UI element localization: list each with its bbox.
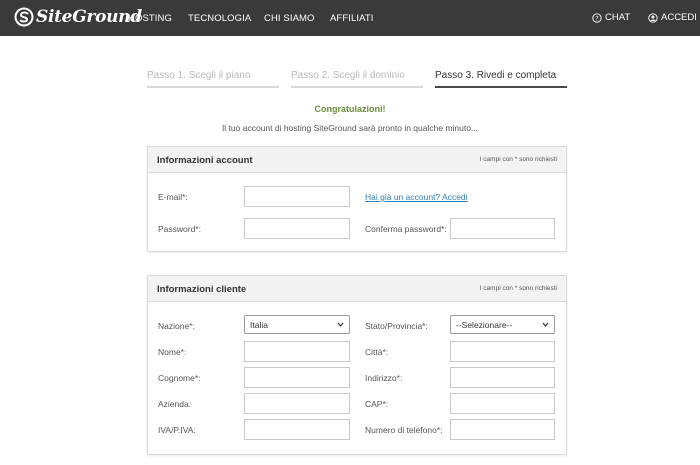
account-ready-message: Il tuo account di hosting SiteGround sar… — [221, 123, 479, 133]
congratulations-heading: Congratulazioni! — [314, 104, 386, 114]
client-info-panel: Informazioni cliente I campi con * sono … — [147, 275, 567, 455]
state-province-select[interactable]: --Selezionare-- — [450, 315, 555, 334]
help-circle-icon: ? — [592, 12, 602, 23]
phone-field[interactable] — [450, 419, 555, 440]
city-label: Città*: — [365, 347, 389, 357]
vat-label: IVA/P.IVA: — [158, 425, 196, 435]
login-label: ACCEDI — [661, 12, 697, 23]
svg-text:?: ? — [595, 14, 598, 22]
confirm-password-label: Conferma password*: — [365, 224, 447, 234]
country-label: Nazione*: — [158, 321, 195, 331]
account-info-header: Informazioni account I campi con * sono … — [148, 147, 566, 173]
chat-button[interactable]: ? CHAT — [592, 12, 630, 23]
account-info-panel: Informazioni account I campi con * sono … — [147, 146, 567, 252]
step-1-choose-plan[interactable]: Passo 1. Scegli il piano — [147, 70, 279, 88]
country-select[interactable]: Italia — [244, 315, 350, 334]
address-label: Indirizzo*: — [365, 373, 403, 383]
client-info-header: Informazioni cliente I campi con * sono … — [148, 276, 566, 302]
siteground-logo-icon — [14, 7, 34, 27]
step-3-review-complete: Passo 3. Rivedi e completa — [435, 70, 567, 88]
last-name-field[interactable] — [244, 367, 350, 388]
first-name-field[interactable] — [244, 341, 350, 362]
country-selected-value: Italia — [250, 320, 268, 330]
email-label: E-mail*: — [158, 192, 188, 202]
chat-label: CHAT — [605, 12, 631, 23]
last-name-label: Cognome*: — [158, 373, 201, 383]
zip-code-label: CAP*: — [365, 399, 389, 409]
phone-label: Numero di telefono*: — [365, 425, 443, 435]
email-field[interactable] — [244, 186, 350, 207]
address-field[interactable] — [450, 367, 555, 388]
existing-account-login-link[interactable]: Hai già un account? Accedi — [365, 192, 468, 202]
required-fields-note: I campi con * sono richiesti — [479, 156, 557, 163]
city-field[interactable] — [450, 341, 555, 362]
brand-name: SiteGround — [36, 7, 142, 27]
nav-item-affiliati[interactable]: AFFILIATI — [330, 13, 373, 24]
chevron-down-icon — [542, 322, 549, 327]
company-field[interactable] — [244, 393, 350, 414]
step-2-choose-domain[interactable]: Passo 2. Scegli il dominio — [291, 70, 423, 88]
login-button[interactable]: ACCEDI — [648, 12, 697, 23]
top-navigation-bar: SiteGround HOSTING TECNOLOGIA CHI SIAMO … — [0, 0, 700, 36]
client-info-title: Informazioni cliente — [157, 284, 247, 295]
nav-item-tecnologia[interactable]: TECNOLOGIA — [188, 13, 251, 24]
account-info-title: Informazioni account — [157, 155, 253, 166]
nav-item-hosting[interactable]: HOSTING — [128, 13, 172, 24]
company-label: Azienda: — [158, 399, 192, 409]
required-fields-note: I campi con * sono richiesti — [479, 285, 557, 292]
vat-field[interactable] — [244, 419, 350, 440]
siteground-logo[interactable]: SiteGround — [14, 5, 142, 29]
user-circle-icon — [648, 12, 658, 23]
zip-code-field[interactable] — [450, 393, 555, 414]
password-label: Password*: — [158, 224, 201, 234]
state-province-label: Stato/Provincia*: — [365, 321, 428, 331]
chevron-down-icon — [337, 322, 344, 327]
state-selected-value: --Selezionare-- — [456, 320, 513, 330]
password-field[interactable] — [244, 218, 350, 239]
confirm-password-field[interactable] — [450, 218, 555, 239]
nav-item-chi-siamo[interactable]: CHI SIAMO — [264, 13, 315, 24]
first-name-label: Nome*: — [158, 347, 187, 357]
